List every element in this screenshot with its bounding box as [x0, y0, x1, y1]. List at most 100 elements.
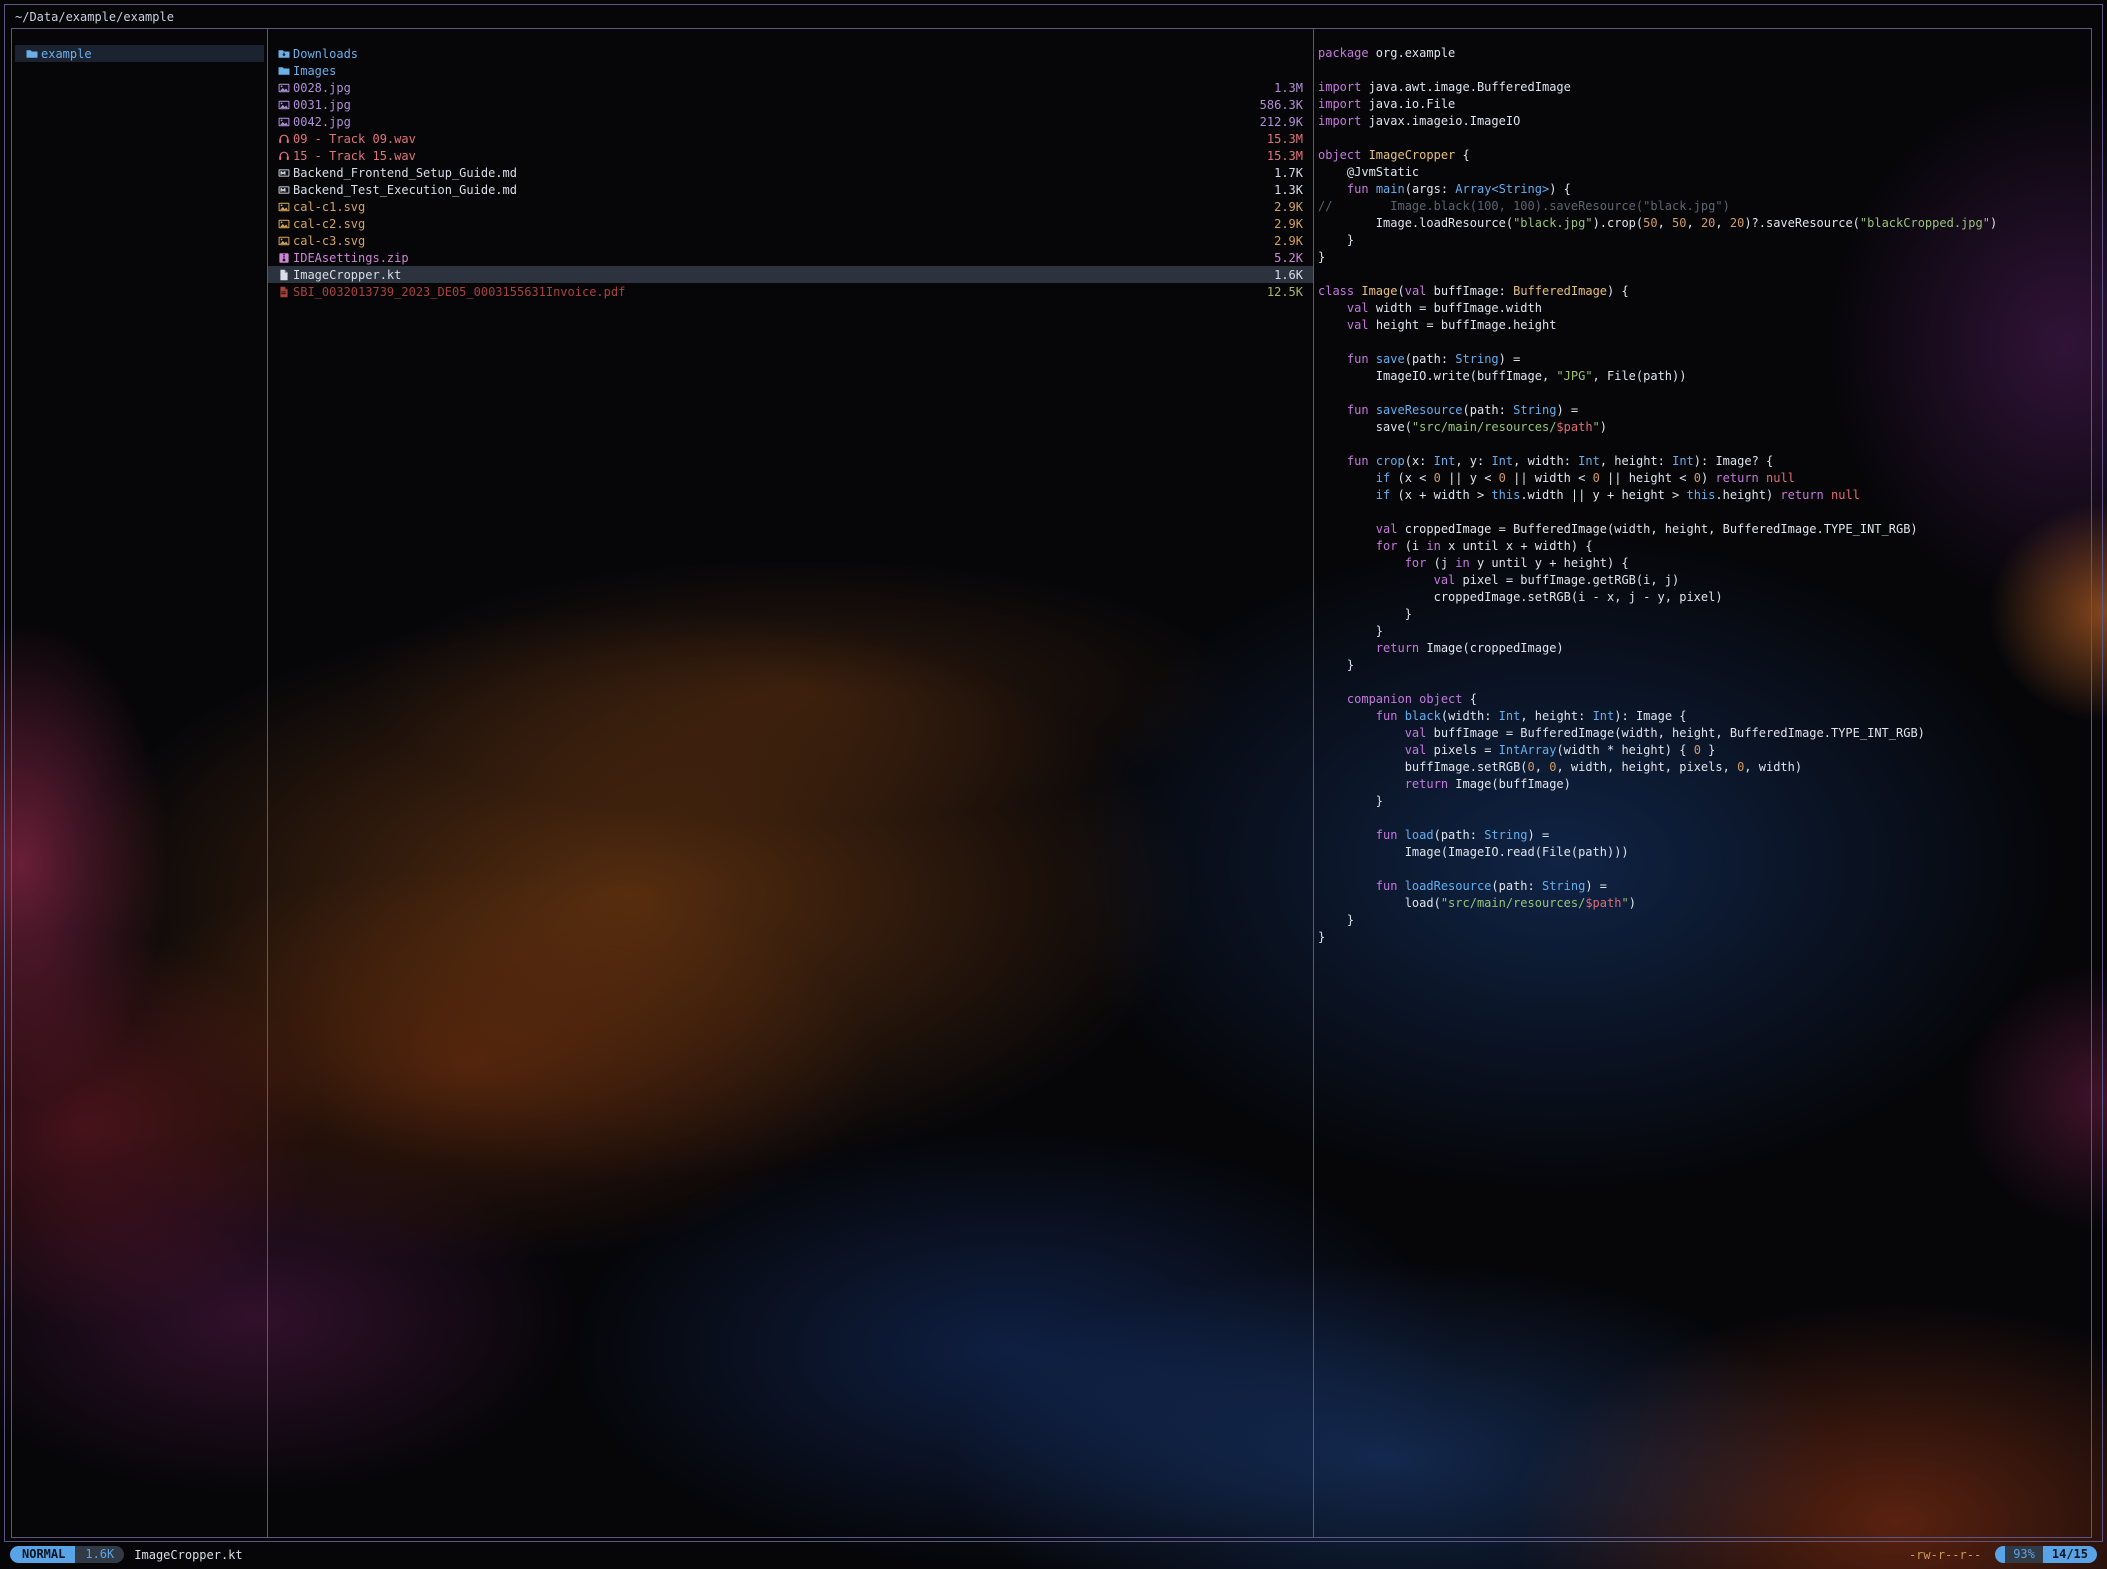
current-path: ~/Data/example/example [15, 10, 174, 24]
parent-dir-row[interactable]: example [15, 45, 264, 62]
file-row[interactable]: cal-c3.svg 2.9K [268, 232, 1313, 249]
file-size: 1.3K [1274, 183, 1303, 197]
folder-icon [278, 65, 290, 77]
code-line: fun saveResource(path: String) = [1318, 402, 2091, 419]
code-line: val width = buffImage.width [1318, 300, 2091, 317]
file-size: 212.9K [1260, 115, 1303, 129]
file-row[interactable]: Backend_Test_Execution_Guide.md 1.3K [268, 181, 1313, 198]
file-row[interactable]: SBI_0032013739_2023_DE05_0003155631Invoi… [268, 283, 1313, 300]
parent-pane[interactable]: example [12, 29, 268, 1537]
file-row[interactable]: Images [268, 62, 1313, 79]
file-name: 15 - Track 15.wav [293, 149, 416, 163]
code-line: val croppedImage = BufferedImage(width, … [1318, 521, 2091, 538]
file-row[interactable]: ImageCropper.kt1.6K [268, 266, 1313, 283]
file-row[interactable]: IDEAsettings.zip5.2K [268, 249, 1313, 266]
file-name: 0031.jpg [293, 98, 351, 112]
file-icon [278, 269, 290, 281]
file-size: 2.9K [1274, 217, 1303, 231]
code-line: import javax.imageio.ImageIO [1318, 113, 2091, 130]
file-row[interactable]: 09 - Track 09.wav15.3M [268, 130, 1313, 147]
code-line [1318, 674, 2091, 691]
code-line [1318, 810, 2091, 827]
code-line: load("src/main/resources/$path") [1318, 895, 2091, 912]
file-name: Backend_Test_Execution_Guide.md [293, 183, 517, 197]
code-line: buffImage.setRGB(0, 0, width, height, pi… [1318, 759, 2091, 776]
file-size: 2.9K [1274, 200, 1303, 214]
code-line: fun save(path: String) = [1318, 351, 2091, 368]
code-line [1318, 130, 2091, 147]
file-list: Downloads Images 0028.jpg 1.3M 0031.jpg 586.3… [268, 29, 1313, 300]
image-icon [278, 82, 290, 94]
file-size: 1.7K [1274, 166, 1303, 180]
vector-image-icon [278, 201, 290, 213]
archive-icon [278, 252, 290, 264]
code-line: if (x < 0 || y < 0 || width < 0 || heigh… [1318, 470, 2091, 487]
file-name: cal-c1.svg [293, 200, 365, 214]
code-line: @JvmStatic [1318, 164, 2091, 181]
file-name: 09 - Track 09.wav [293, 132, 416, 146]
file-size: 15.3M [1267, 149, 1303, 163]
audio-icon [278, 150, 290, 162]
code-line: val pixel = buffImage.getRGB(i, j) [1318, 572, 2091, 589]
code-line: } [1318, 623, 2091, 640]
code-line: } [1318, 793, 2091, 810]
code-line: class Image(val buffImage: BufferedImage… [1318, 283, 2091, 300]
code-line: import java.awt.image.BufferedImage [1318, 79, 2091, 96]
code-line: for (i in x until x + width) { [1318, 538, 2091, 555]
code-line: object ImageCropper { [1318, 147, 2091, 164]
file-row[interactable]: Downloads [268, 45, 1313, 62]
code-line: companion object { [1318, 691, 2091, 708]
file-row[interactable]: cal-c2.svg 2.9K [268, 215, 1313, 232]
file-row[interactable]: 15 - Track 15.wav 15.3M [268, 147, 1313, 164]
status-filename: ImageCropper.kt [134, 1548, 242, 1562]
parent-dir-list: example [12, 29, 267, 62]
code-line: val buffImage = BufferedImage(width, hei… [1318, 725, 2091, 742]
code-line: fun crop(x: Int, y: Int, width: Int, hei… [1318, 453, 2091, 470]
code-line: } [1318, 929, 2091, 946]
code-line [1318, 861, 2091, 878]
file-size: 1.6K [1274, 268, 1303, 282]
file-name: Backend_Frontend_Setup_Guide.md [293, 166, 517, 180]
image-icon [278, 116, 290, 128]
markdown-icon [278, 184, 290, 196]
file-row[interactable]: 0031.jpg 586.3K [268, 96, 1313, 113]
code-line: Image(ImageIO.read(File(path))) [1318, 844, 2091, 861]
file-name: Images [293, 64, 336, 78]
file-name: 0028.jpg [293, 81, 351, 95]
pdf-icon [278, 286, 290, 298]
file-name: Downloads [293, 47, 358, 61]
code-line: } [1318, 606, 2091, 623]
file-row[interactable]: cal-c1.svg 2.9K [268, 198, 1313, 215]
code-line: return Image(buffImage) [1318, 776, 2091, 793]
code-line: } [1318, 232, 2091, 249]
preview-pane[interactable]: package org.example import java.awt.imag… [1314, 29, 2091, 1537]
code-line [1318, 504, 2091, 521]
code-line: fun loadResource(path: String) = [1318, 878, 2091, 895]
code-line: } [1318, 249, 2091, 266]
code-line: import java.io.File [1318, 96, 2091, 113]
scroll-percent: 93% [2005, 1546, 2043, 1563]
folder-icon [26, 48, 38, 60]
code-line [1318, 266, 2091, 283]
current-pane[interactable]: Downloads Images 0028.jpg 1.3M 0031.jpg 586.3… [268, 29, 1314, 1537]
code-line: } [1318, 657, 2091, 674]
file-size: 2.9K [1274, 234, 1303, 248]
file-name: SBI_0032013739_2023_DE05_0003155631Invoi… [293, 285, 625, 299]
file-name: cal-c3.svg [293, 234, 365, 248]
audio-icon [278, 133, 290, 145]
file-row[interactable]: Backend_Frontend_Setup_Guide.md 1.7K [268, 164, 1313, 181]
code-line [1318, 334, 2091, 351]
file-row[interactable]: 0042.jpg212.9K [268, 113, 1313, 130]
file-row[interactable]: 0028.jpg 1.3M [268, 79, 1313, 96]
file-name: cal-c2.svg [293, 217, 365, 231]
file-size: 586.3K [1260, 98, 1303, 112]
code-line: for (j in y until y + height) { [1318, 555, 2091, 572]
code-line: // Image.black(100, 100).saveResource("b… [1318, 198, 2091, 215]
terminal-window: ~/Data/example/example example Downloads… [4, 4, 2103, 1542]
code-line: Image.loadResource("black.jpg").crop(50,… [1318, 215, 2091, 232]
mode-indicator: NORMAL [10, 1546, 75, 1563]
file-size: 1.3M [1274, 81, 1303, 95]
code-line: fun black(width: Int, height: Int): Imag… [1318, 708, 2091, 725]
code-preview: package org.example import java.awt.imag… [1314, 29, 2091, 946]
image-icon [278, 99, 290, 111]
